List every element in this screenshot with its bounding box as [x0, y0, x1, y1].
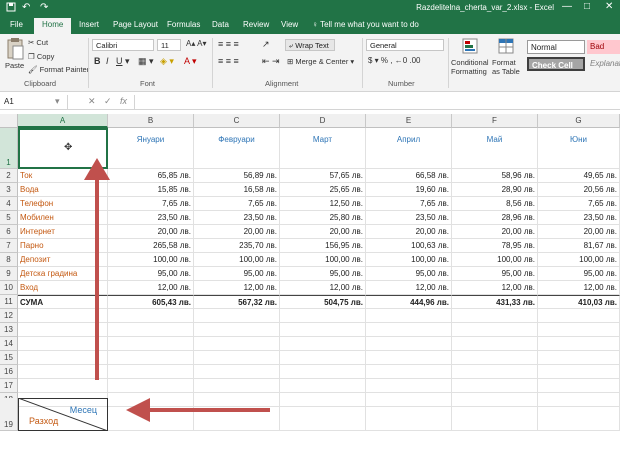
merge-center-button[interactable]: ⊞ Merge & Center ▾: [287, 57, 354, 66]
cancel-icon[interactable]: ✕: [88, 96, 96, 107]
undo-icon[interactable]: ↶: [22, 2, 30, 13]
redo-icon[interactable]: ↷: [40, 2, 48, 13]
annotation-arrows: [84, 158, 270, 422]
title-bar: ↶ ↷ Razdelitelna_cherta_var_2.xlsx - Exc…: [0, 0, 620, 17]
bold-button[interactable]: B: [94, 56, 101, 66]
cut-button[interactable]: ✂ Cut: [28, 38, 48, 47]
paste-button[interactable]: Paste: [5, 61, 24, 70]
minimize-button[interactable]: —: [562, 1, 572, 12]
alignment-group-label: Alignment: [265, 79, 299, 88]
paste-icon[interactable]: [5, 37, 25, 63]
copy-icon: ❐: [28, 52, 37, 61]
font-name-select[interactable]: Calibri: [92, 39, 154, 51]
style-check-cell[interactable]: Check Cell: [527, 57, 585, 71]
conditional-formatting-button[interactable]: Conditional Formatting: [451, 58, 493, 76]
grow-font-icon[interactable]: A▴ A▾: [186, 39, 206, 48]
style-bad[interactable]: Bad: [587, 40, 620, 54]
indent-icon[interactable]: ⇤ ⇥: [262, 56, 280, 67]
format-painter-button[interactable]: 🖌 Format Painter: [28, 65, 89, 74]
left-arrow-head: [126, 398, 150, 422]
save-icon[interactable]: [6, 2, 16, 15]
clipboard-group-label: Clipboard: [24, 79, 57, 88]
borders-icon[interactable]: ▦ ▾: [138, 56, 154, 67]
spreadsheet-grid: A B C D E F G 1 Януари Февруари Март Април Май Юни 2 То…: [0, 114, 620, 458]
align-left-icon[interactable]: ≡ ≡ ≡: [218, 56, 239, 66]
wrap-text-button[interactable]: ⤶ Wrap Text: [285, 39, 335, 51]
enter-icon[interactable]: ✓: [104, 96, 112, 107]
tab-page-layout[interactable]: Page Layout: [113, 20, 158, 29]
currency-icon[interactable]: $ ▾ % , ←0 .00: [368, 56, 420, 65]
copy-button[interactable]: ❐ Copy: [28, 52, 54, 61]
tell-me-box[interactable]: ♀ Tell me what you want to do: [312, 20, 419, 29]
format-table-icon[interactable]: [498, 38, 514, 56]
fill-color-icon[interactable]: ◈ ▾: [160, 56, 174, 67]
tab-formulas[interactable]: Formulas: [167, 20, 200, 29]
lightbulb-icon: ♀: [312, 20, 321, 29]
group-separator: [212, 38, 213, 88]
font-color-icon[interactable]: A ▾: [184, 56, 197, 67]
number-group-label: Number: [388, 79, 415, 88]
up-arrow-head: [84, 158, 110, 180]
tab-home[interactable]: Home: [34, 18, 72, 34]
group-separator: [362, 38, 363, 88]
tab-file[interactable]: File: [10, 20, 23, 29]
tab-insert[interactable]: Insert: [79, 20, 99, 29]
underline-button[interactable]: U ▾: [116, 56, 130, 67]
font-size-select[interactable]: 11: [157, 39, 181, 51]
orientation-icon[interactable]: ↗: [262, 39, 270, 50]
conditional-formatting-icon[interactable]: [462, 38, 478, 56]
font-group-label: Font: [140, 79, 156, 88]
style-normal[interactable]: Normal: [527, 40, 585, 54]
italic-button[interactable]: I: [106, 56, 109, 66]
maximize-button[interactable]: □: [584, 1, 590, 12]
insert-function-button[interactable]: fx: [120, 96, 127, 106]
align-top-icon[interactable]: ≡ ≡ ≡: [218, 39, 239, 49]
tab-data[interactable]: Data: [212, 20, 229, 29]
ribbon-tabs: File Home Insert Page Layout Formulas Da…: [0, 17, 620, 34]
format-as-table-button[interactable]: Format as Table: [492, 58, 524, 76]
tab-view[interactable]: View: [281, 20, 298, 29]
formula-bar: A1 ▾ ✕ ✓ fx: [0, 94, 620, 110]
tab-review[interactable]: Review: [243, 20, 269, 29]
group-separator: [448, 38, 449, 88]
format-painter-icon: 🖌: [28, 65, 40, 74]
document-title: Razdelitelna_cherta_var_2.xlsx - Excel: [416, 3, 554, 12]
group-separator: [88, 38, 89, 88]
style-explanatory[interactable]: Explanato: [587, 57, 620, 71]
name-box-dropdown-icon[interactable]: ▾: [55, 96, 60, 107]
formula-separator: [134, 95, 135, 109]
ribbon-home: Paste ✂ Cut ❐ Copy 🖌 Format Painter Clip…: [0, 34, 620, 92]
close-button[interactable]: ✕: [605, 1, 613, 12]
number-format-select[interactable]: General: [366, 39, 444, 51]
